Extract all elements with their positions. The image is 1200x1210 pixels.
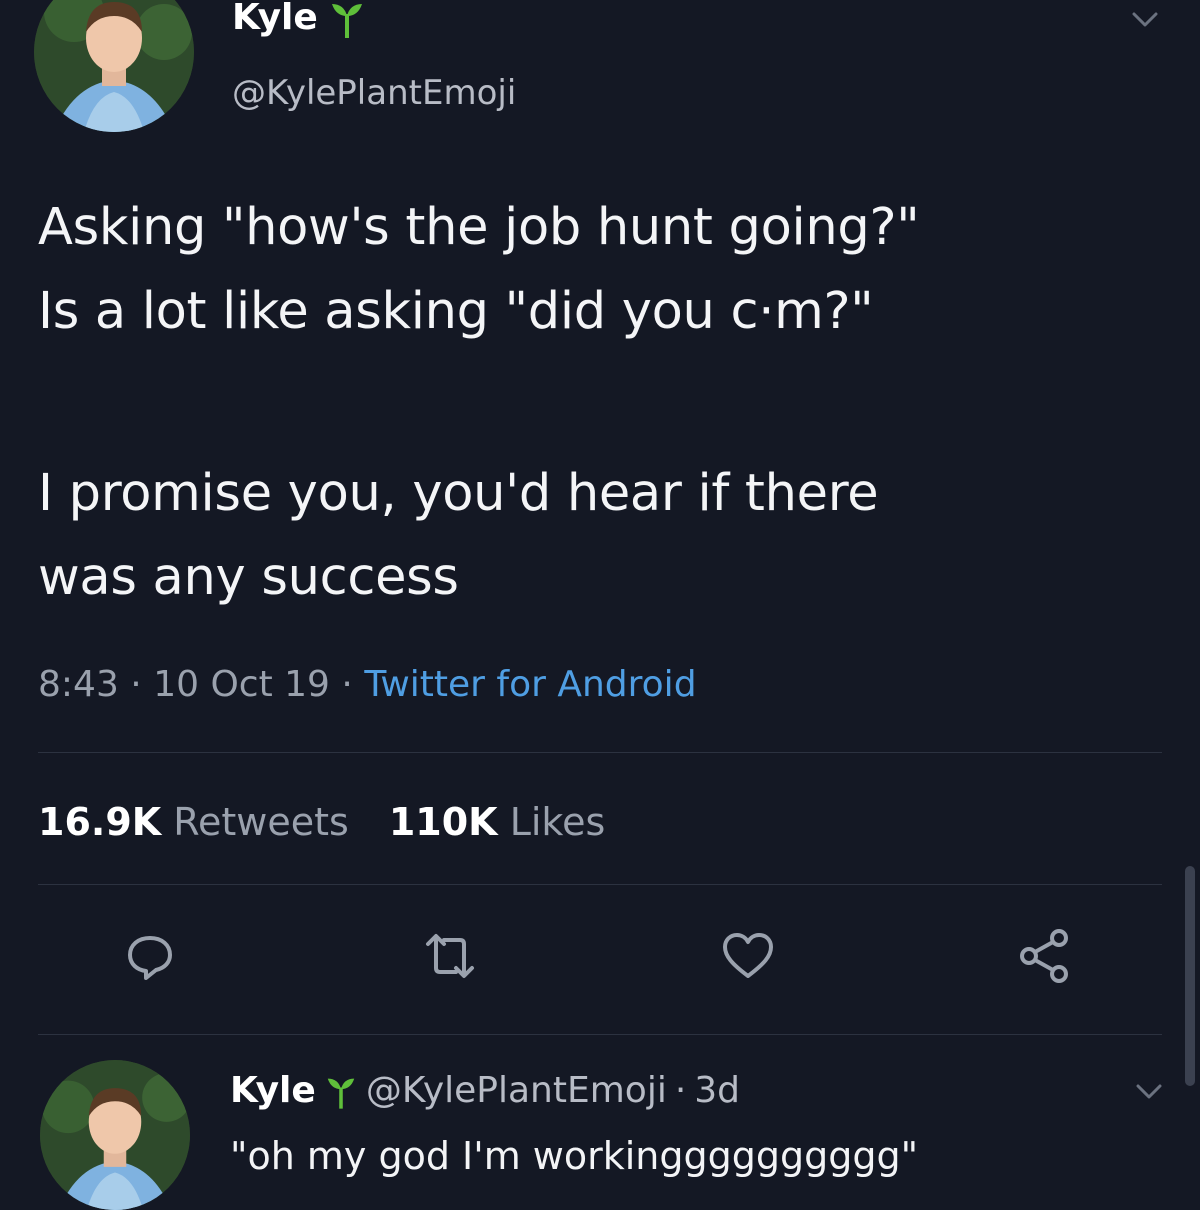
reply-author-avatar[interactable] [40,1060,190,1210]
tweet-text-line: I promise you, you'd hear if there [38,464,879,523]
tweet-text: Asking "how's the job hunt going?" Is a … [38,186,1158,620]
sprout-emoji-icon [330,0,364,38]
likes-stat[interactable]: 110K Likes [389,800,605,844]
retweet-icon [426,934,474,978]
likes-label: Likes [509,800,606,844]
retweets-stat[interactable]: 16.9K Retweets [38,800,349,844]
reply-text: "oh my god I'm workingggggggggg" [230,1134,919,1178]
reply-header: Kyle @KylePlantEmoji · 3d [230,1070,740,1111]
tweet-text-line: Is a lot like asking "did you c·m?" [38,282,874,341]
reply-button[interactable] [120,926,180,986]
share-icon [1020,929,1068,983]
scrollbar[interactable] [1185,866,1195,1086]
meta-separator: · [130,664,142,705]
tweet-source-link[interactable]: Twitter for Android [364,664,696,705]
tweet-time: 8:43 [38,664,119,705]
heart-icon [723,933,773,978]
like-button[interactable] [718,926,778,986]
author-name[interactable]: Kyle [232,0,318,36]
reply-author-handle[interactable]: @KylePlantEmoji [366,1070,667,1111]
chevron-down-icon[interactable] [1130,4,1160,34]
retweets-label: Retweets [173,800,349,844]
retweet-button[interactable] [420,926,480,986]
share-button[interactable] [1015,926,1075,986]
sprout-emoji-icon [326,1073,356,1109]
tweet-text-line: was any success [38,548,459,607]
meta-separator: · [674,1070,687,1111]
divider [38,1034,1162,1035]
tweet-stats: 16.9K Retweets 110K Likes [38,800,605,844]
chevron-down-icon[interactable] [1134,1076,1164,1106]
meta-separator: · [341,664,353,705]
divider [38,884,1162,885]
author-avatar[interactable] [34,0,194,132]
tweet-meta: 8:43 · 10 Oct 19 · Twitter for Android [38,664,697,705]
divider [38,752,1162,753]
likes-count: 110K [388,800,498,844]
tweet-text-line: Asking "how's the job hunt going?" [38,198,920,257]
reply-age: 3d [694,1070,741,1111]
reply-icon [128,936,172,980]
retweets-count: 16.9K [38,800,162,844]
reply-author-name[interactable]: Kyle [230,1070,316,1111]
author-handle[interactable]: @KylePlantEmoji [232,73,516,114]
tweet-date: 10 Oct 19 [153,664,330,705]
